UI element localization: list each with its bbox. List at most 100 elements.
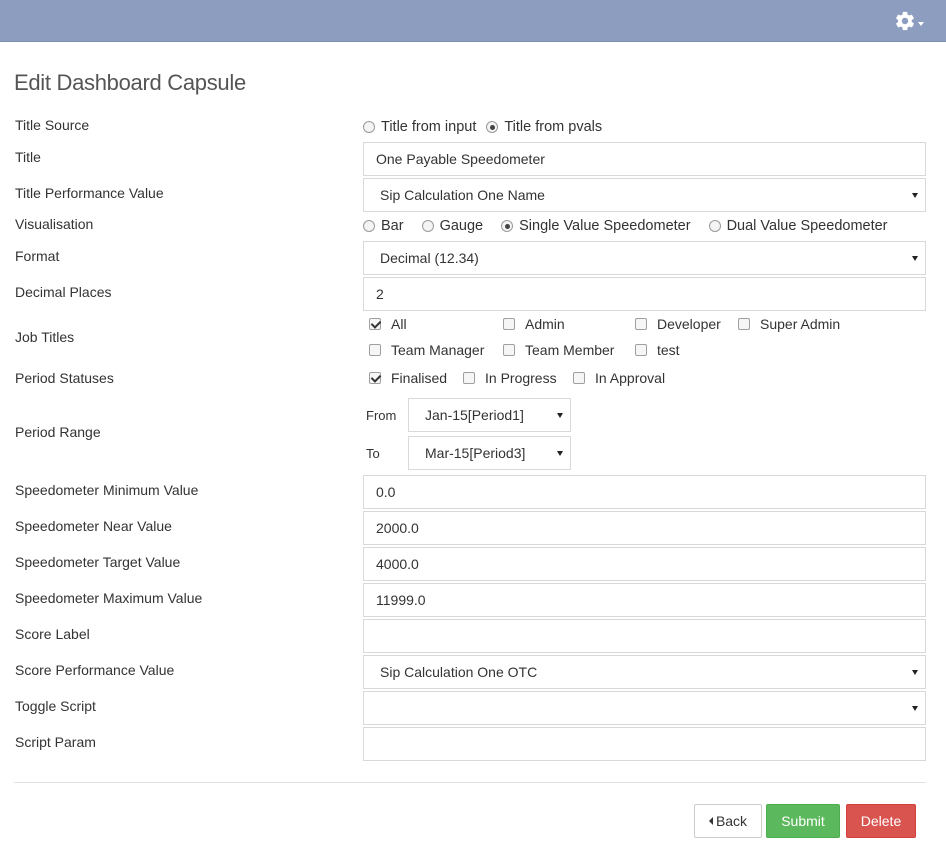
title-input[interactable]: One Payable Speedometer <box>363 142 926 176</box>
checkbox[interactable] <box>503 318 515 330</box>
checkbox[interactable] <box>369 372 381 384</box>
period-from-value: Jan-15[Period1] <box>425 407 524 423</box>
radio-button[interactable] <box>363 220 375 232</box>
radio-gauge[interactable]: Gauge <box>421 218 483 234</box>
checkbox-status-in-progress[interactable]: In Progress <box>463 370 557 386</box>
speedo-max-input[interactable]: 11999.0 <box>363 583 926 617</box>
title-label: Title <box>15 149 41 165</box>
checkbox-label: Team Member <box>525 342 615 358</box>
radio-dual-value-speedometer[interactable]: Dual Value Speedometer <box>708 218 888 234</box>
checkbox[interactable] <box>369 344 381 356</box>
score-label-input[interactable] <box>363 619 926 653</box>
speedo-target-label: Speedometer Target Value <box>15 554 181 570</box>
title-pv-label: Title Performance Value <box>15 185 164 201</box>
radio-title-from-pvals[interactable]: Title from pvals <box>486 119 602 135</box>
form-divider <box>14 782 926 783</box>
toggle-script-select[interactable] <box>363 691 926 725</box>
dropdown-caret-icon <box>912 670 918 675</box>
checkbox[interactable] <box>738 318 750 330</box>
radio-label: Title from input <box>381 119 477 135</box>
checkbox[interactable] <box>463 372 475 384</box>
checkbox-status-in-approval[interactable]: In Approval <box>573 370 665 386</box>
checkbox-job-developer[interactable]: Developer <box>635 316 721 332</box>
radio-button[interactable] <box>421 220 434 232</box>
delete-button-label: Delete <box>860 813 902 829</box>
radio-button[interactable] <box>363 121 375 133</box>
caret-left-icon <box>708 817 713 825</box>
radio-label: Dual Value Speedometer <box>726 218 888 234</box>
checkbox-label: Developer <box>657 316 721 332</box>
checkbox-label: test <box>657 342 680 358</box>
checkbox-job-all[interactable]: All <box>369 316 407 332</box>
score-pv-select[interactable]: Sip Calculation One OTC <box>363 655 926 689</box>
decimal-places-input[interactable]: 2 <box>363 277 926 311</box>
toggle-script-label: Toggle Script <box>15 698 96 714</box>
radio-button[interactable] <box>486 121 499 133</box>
dropdown-caret-icon <box>557 451 563 456</box>
page-title: Edit Dashboard Capsule <box>14 70 246 95</box>
checkbox-job-super-admin[interactable]: Super Admin <box>738 316 840 332</box>
speedo-target-input[interactable]: 4000.0 <box>363 547 926 581</box>
back-button-label: Back <box>715 813 748 829</box>
checkbox-job-team-member[interactable]: Team Member <box>503 342 614 358</box>
speedo-max-label: Speedometer Maximum Value <box>15 590 203 606</box>
dropdown-caret-icon <box>912 706 918 711</box>
radio-bar[interactable]: Bar <box>363 218 404 234</box>
radio-label: Title from pvals <box>504 119 603 135</box>
radio-button[interactable] <box>501 220 514 232</box>
title-pv-select[interactable]: Sip Calculation One Name <box>363 178 926 212</box>
checkbox-label: All <box>391 316 407 332</box>
period-to-select[interactable]: Mar-15[Period3] <box>408 436 571 470</box>
checkbox-label: Super Admin <box>760 316 841 332</box>
visualisation-label: Visualisation <box>15 216 94 232</box>
speedo-min-input[interactable]: 0.0 <box>363 475 926 509</box>
speedo-near-label: Speedometer Near Value <box>15 518 172 534</box>
gear-icon[interactable] <box>894 10 916 32</box>
format-select[interactable]: Decimal (12.34) <box>363 241 926 275</box>
checkbox[interactable] <box>635 318 647 330</box>
visualisation-radio-group: Bar Gauge Single Value Speedometer Dual … <box>363 218 888 234</box>
format-value: Decimal (12.34) <box>380 250 479 266</box>
job-titles-label: Job Titles <box>15 329 75 345</box>
score-pv-label: Score Performance Value <box>15 662 175 678</box>
period-from-select[interactable]: Jan-15[Period1] <box>408 398 571 432</box>
checkbox[interactable] <box>369 318 381 330</box>
checkbox-label: Team Manager <box>391 342 485 358</box>
dropdown-caret-icon <box>557 413 563 418</box>
chevron-down-icon[interactable] <box>918 22 924 26</box>
checkbox-label: In Approval <box>595 370 666 386</box>
checkbox[interactable] <box>635 344 647 356</box>
submit-button-label: Submit <box>781 813 825 829</box>
score-pv-value: Sip Calculation One OTC <box>380 664 538 680</box>
period-statuses-label: Period Statuses <box>15 370 114 386</box>
checkbox-job-admin[interactable]: Admin <box>503 316 565 332</box>
decimal-places-label: Decimal Places <box>15 284 112 300</box>
title-source-label: Title Source <box>15 117 90 133</box>
checkbox-label: Admin <box>525 316 565 332</box>
radio-single-value-speedometer[interactable]: Single Value Speedometer <box>501 218 691 234</box>
period-range-label: Period Range <box>15 424 101 440</box>
script-param-label: Script Param <box>15 734 96 750</box>
dropdown-caret-icon <box>912 256 918 261</box>
checkbox-status-finalised[interactable]: Finalised <box>369 370 447 386</box>
format-label: Format <box>15 248 60 264</box>
radio-label: Single Value Speedometer <box>519 218 691 234</box>
delete-button[interactable]: Delete <box>846 804 916 838</box>
to-label: To <box>366 446 380 461</box>
checkbox-job-test[interactable]: test <box>635 342 680 358</box>
radio-title-from-input[interactable]: Title from input <box>363 119 476 135</box>
title-pv-value: Sip Calculation One Name <box>380 187 545 203</box>
checkbox[interactable] <box>503 344 515 356</box>
checkbox-job-team-manager[interactable]: Team Manager <box>369 342 484 358</box>
period-to-value: Mar-15[Period3] <box>425 445 526 461</box>
script-param-input[interactable] <box>363 727 926 761</box>
submit-button[interactable]: Submit <box>766 804 840 838</box>
radio-label: Bar <box>381 218 404 234</box>
from-label: From <box>366 408 397 423</box>
speedo-near-input[interactable]: 2000.0 <box>363 511 926 545</box>
radio-button[interactable] <box>708 220 721 232</box>
back-button[interactable]: Back <box>694 804 762 838</box>
checkbox[interactable] <box>573 372 585 384</box>
top-navbar <box>0 0 946 42</box>
dropdown-caret-icon <box>912 193 918 198</box>
